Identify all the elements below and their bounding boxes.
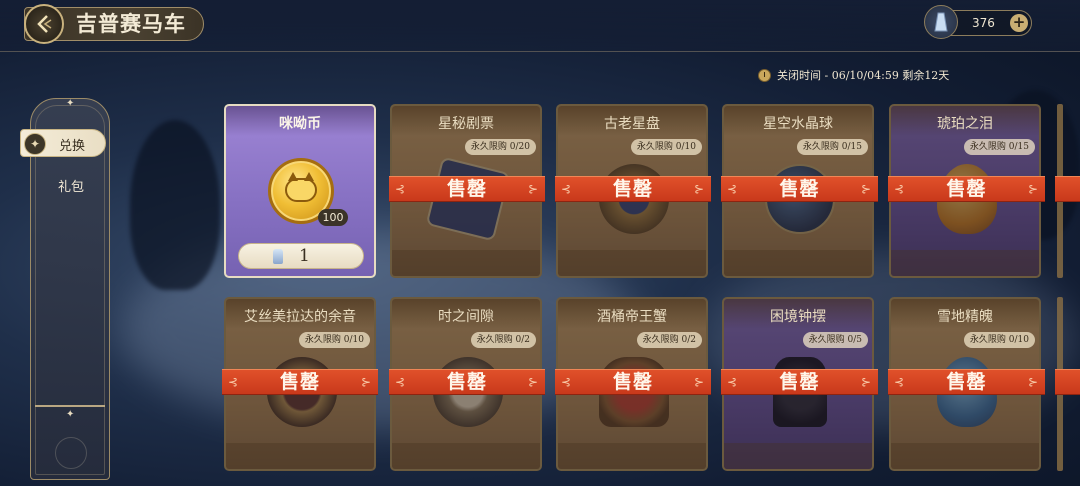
- close-time-label: 关闭时间 - 06/10/04:59 剩余12天: [777, 69, 950, 82]
- sold-out-banner: ⊰ 售罄 ⊱: [721, 369, 878, 395]
- ornament-icon: ⊱: [527, 182, 539, 196]
- sold-out-banner: ⊰ 售罄 ⊱: [721, 176, 878, 202]
- sold-out-banner: [1055, 176, 1080, 202]
- crystal-currency-icon: [273, 249, 283, 264]
- item-name: 星空水晶球: [763, 116, 833, 132]
- sold-out-banner: ⊰ 售罄 ⊱: [389, 176, 545, 202]
- sold-out-banner: ⊰ 售罄 ⊱: [222, 369, 378, 395]
- item-name: 雪地精魄: [937, 309, 993, 325]
- page-title: 吉普赛马车: [76, 11, 186, 36]
- ornament-icon: ⊱: [360, 375, 372, 389]
- purchase-limit: 永久限购 0/2: [470, 332, 536, 348]
- tab-exchange[interactable]: ✦ 兑换: [20, 129, 106, 157]
- ornament-icon: ⊰: [561, 375, 573, 389]
- background-tree: [130, 120, 220, 290]
- purchase-limit: 永久限购 0/15: [963, 139, 1035, 155]
- purchase-limit: 永久限购 0/10: [298, 332, 370, 348]
- sold-out-banner: ⊰ 售罄 ⊱: [888, 369, 1045, 395]
- ornament-icon: ⊱: [693, 375, 705, 389]
- close-time-info: 关闭时间 - 06/10/04:59 剩余12天: [758, 67, 949, 83]
- ornament-icon: ⊰: [894, 182, 906, 196]
- tab-exchange-label: 兑换: [59, 139, 86, 154]
- item-quantity-badge: 100: [318, 209, 348, 226]
- tab-gift-pack[interactable]: 礼包: [58, 176, 84, 195]
- sidebar-divider: [35, 405, 105, 407]
- add-currency-button[interactable]: +: [1010, 14, 1028, 32]
- compass-icon: ✦: [24, 133, 46, 155]
- item-name: 咪呦币: [279, 116, 321, 132]
- sold-out-banner: ⊰ 售罄 ⊱: [389, 369, 545, 395]
- shop-item-card[interactable]: 咪呦币 100 1: [224, 104, 376, 278]
- ornament-icon: ⊰: [228, 375, 240, 389]
- ornament-icon: ⊱: [693, 182, 705, 196]
- ornament-icon: ⊱: [860, 182, 872, 196]
- ornament-icon: ⊰: [727, 375, 739, 389]
- back-arrow-icon: [37, 15, 52, 33]
- currency-value: 376: [972, 16, 995, 30]
- price-tag[interactable]: 1: [238, 243, 364, 269]
- item-name: 艾丝美拉达的余音: [244, 309, 356, 325]
- item-name: 酒桶帝王蟹: [597, 309, 667, 325]
- item-name: 琥珀之泪: [937, 116, 993, 132]
- ornament-icon: ⊰: [395, 182, 407, 196]
- crystal-currency-icon: [924, 5, 958, 39]
- item-name: 古老星盘: [604, 116, 660, 132]
- purchase-limit: 永久限购 0/15: [796, 139, 868, 155]
- purchase-limit: 永久限购 0/2: [636, 332, 702, 348]
- item-name: 困境钟摆: [770, 309, 826, 325]
- ornament-icon: ⊰: [395, 375, 407, 389]
- ornament-icon: ⊱: [1027, 375, 1039, 389]
- ornament-icon: ⊱: [860, 375, 872, 389]
- ornament-icon: ⊱: [1027, 182, 1039, 196]
- sold-out-banner: ⊰ 售罄 ⊱: [555, 369, 711, 395]
- top-bar: 吉普赛马车 376 +: [0, 0, 1080, 52]
- price-value: 1: [299, 246, 310, 266]
- back-button[interactable]: [24, 4, 64, 44]
- purchase-limit: 永久限购 0/10: [963, 332, 1035, 348]
- sidebar-emblem-icon: [55, 437, 87, 469]
- purchase-limit: 永久限购 0/10: [630, 139, 702, 155]
- ornament-icon: ⊰: [561, 182, 573, 196]
- item-name: 星秘剧票: [438, 116, 494, 132]
- item-name: 时之间隙: [438, 309, 494, 325]
- sold-out-banner: [1055, 369, 1080, 395]
- sold-out-banner: ⊰ 售罄 ⊱: [555, 176, 711, 202]
- ornament-icon: ⊰: [894, 375, 906, 389]
- ornament-icon: ⊰: [727, 182, 739, 196]
- purchase-limit: 永久限购 0/20: [464, 139, 536, 155]
- clock-icon: [758, 68, 771, 82]
- sold-out-banner: ⊰ 售罄 ⊱: [888, 176, 1045, 202]
- purchase-limit: 永久限购 0/5: [802, 332, 868, 348]
- sidebar-star-icon: ✦: [66, 98, 75, 109]
- currency-display: 376 +: [924, 5, 1032, 39]
- ornament-icon: ⊱: [527, 375, 539, 389]
- sidebar-star-icon: ✦: [66, 409, 75, 420]
